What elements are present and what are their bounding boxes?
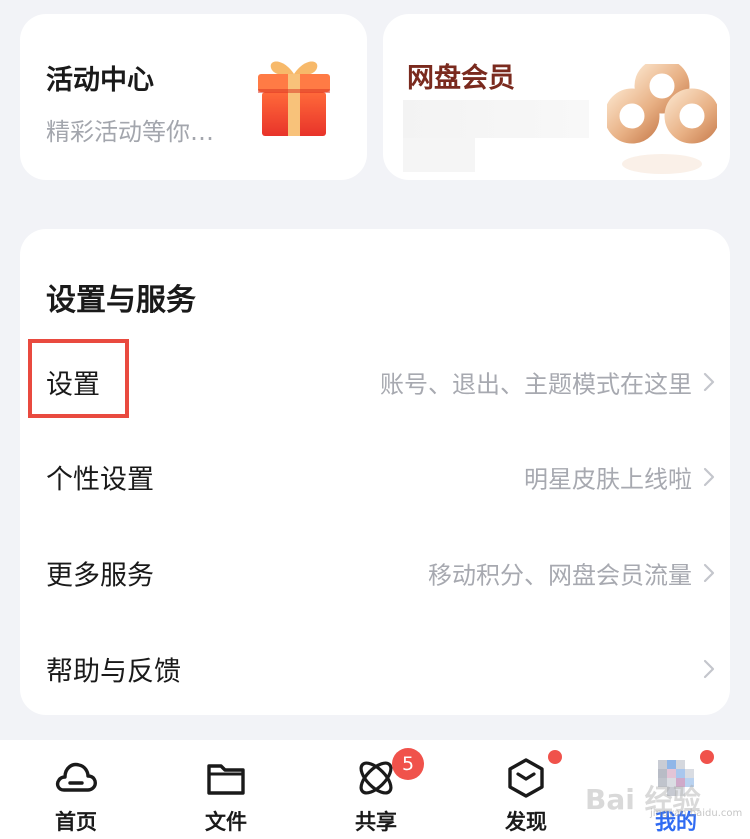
tab-home-label: 首页 [55,810,97,834]
tab-discover-label: 发现 [505,810,547,834]
chevron-right-icon [703,659,715,679]
netdisk-cloud-logo-icon [607,64,717,174]
tab-share[interactable]: 5 共享 [326,740,426,839]
gift-box-icon [258,61,330,136]
vip-info-blurred [403,100,589,138]
settings-services-panel: 设置与服务 设置 账号、退出、主题模式在这里 个性设置 明星皮肤上线啦 更多服务… [20,229,730,715]
personalization-row[interactable]: 个性设置 明星皮肤上线啦 [20,429,730,525]
mine-badge-dot [700,750,714,764]
tab-share-label: 共享 [355,810,397,834]
chevron-right-icon [703,563,715,583]
folder-icon [207,764,245,795]
more-services-row-desc: 移动积分、网盘会员流量 [428,561,692,590]
chevron-right-icon [703,372,715,392]
activity-center-title: 活动中心 [46,65,154,96]
tab-home[interactable]: 首页 [26,740,126,839]
help-feedback-row-label: 帮助与反馈 [46,656,181,688]
chevron-right-icon [703,467,715,487]
tab-files[interactable]: 文件 [176,740,276,839]
app-screen: 活动中心 精彩活动等你… 网盘会员 设置与服务 设置 账号、退出、主题模式在这里… [0,0,750,839]
personalization-row-label: 个性设置 [46,464,154,496]
share-badge-count: 5 [392,748,424,780]
watermark-url: jingyan.baidu.com [650,808,743,819]
discover-badge-dot [548,750,562,764]
netdisk-vip-title: 网盘会员 [407,63,515,94]
netdisk-vip-card[interactable]: 网盘会员 [383,14,730,180]
more-services-row-label: 更多服务 [46,560,154,592]
cloud-home-icon [55,762,97,792]
tab-discover[interactable]: 发现 [476,740,576,839]
help-feedback-row[interactable]: 帮助与反馈 [20,621,730,717]
more-services-row[interactable]: 更多服务 移动积分、网盘会员流量 [20,525,730,621]
tab-files-label: 文件 [205,810,247,834]
activity-center-card[interactable]: 活动中心 精彩活动等你… [20,14,367,180]
personalization-row-desc: 明星皮肤上线啦 [524,465,692,494]
settings-highlight-box [28,339,129,418]
activity-center-subtitle: 精彩活动等你… [46,118,214,146]
settings-row-desc: 账号、退出、主题模式在这里 [380,370,692,399]
discover-box-icon [508,758,544,798]
vip-info-blurred-2 [403,138,475,172]
panel-title: 设置与服务 [46,283,196,318]
